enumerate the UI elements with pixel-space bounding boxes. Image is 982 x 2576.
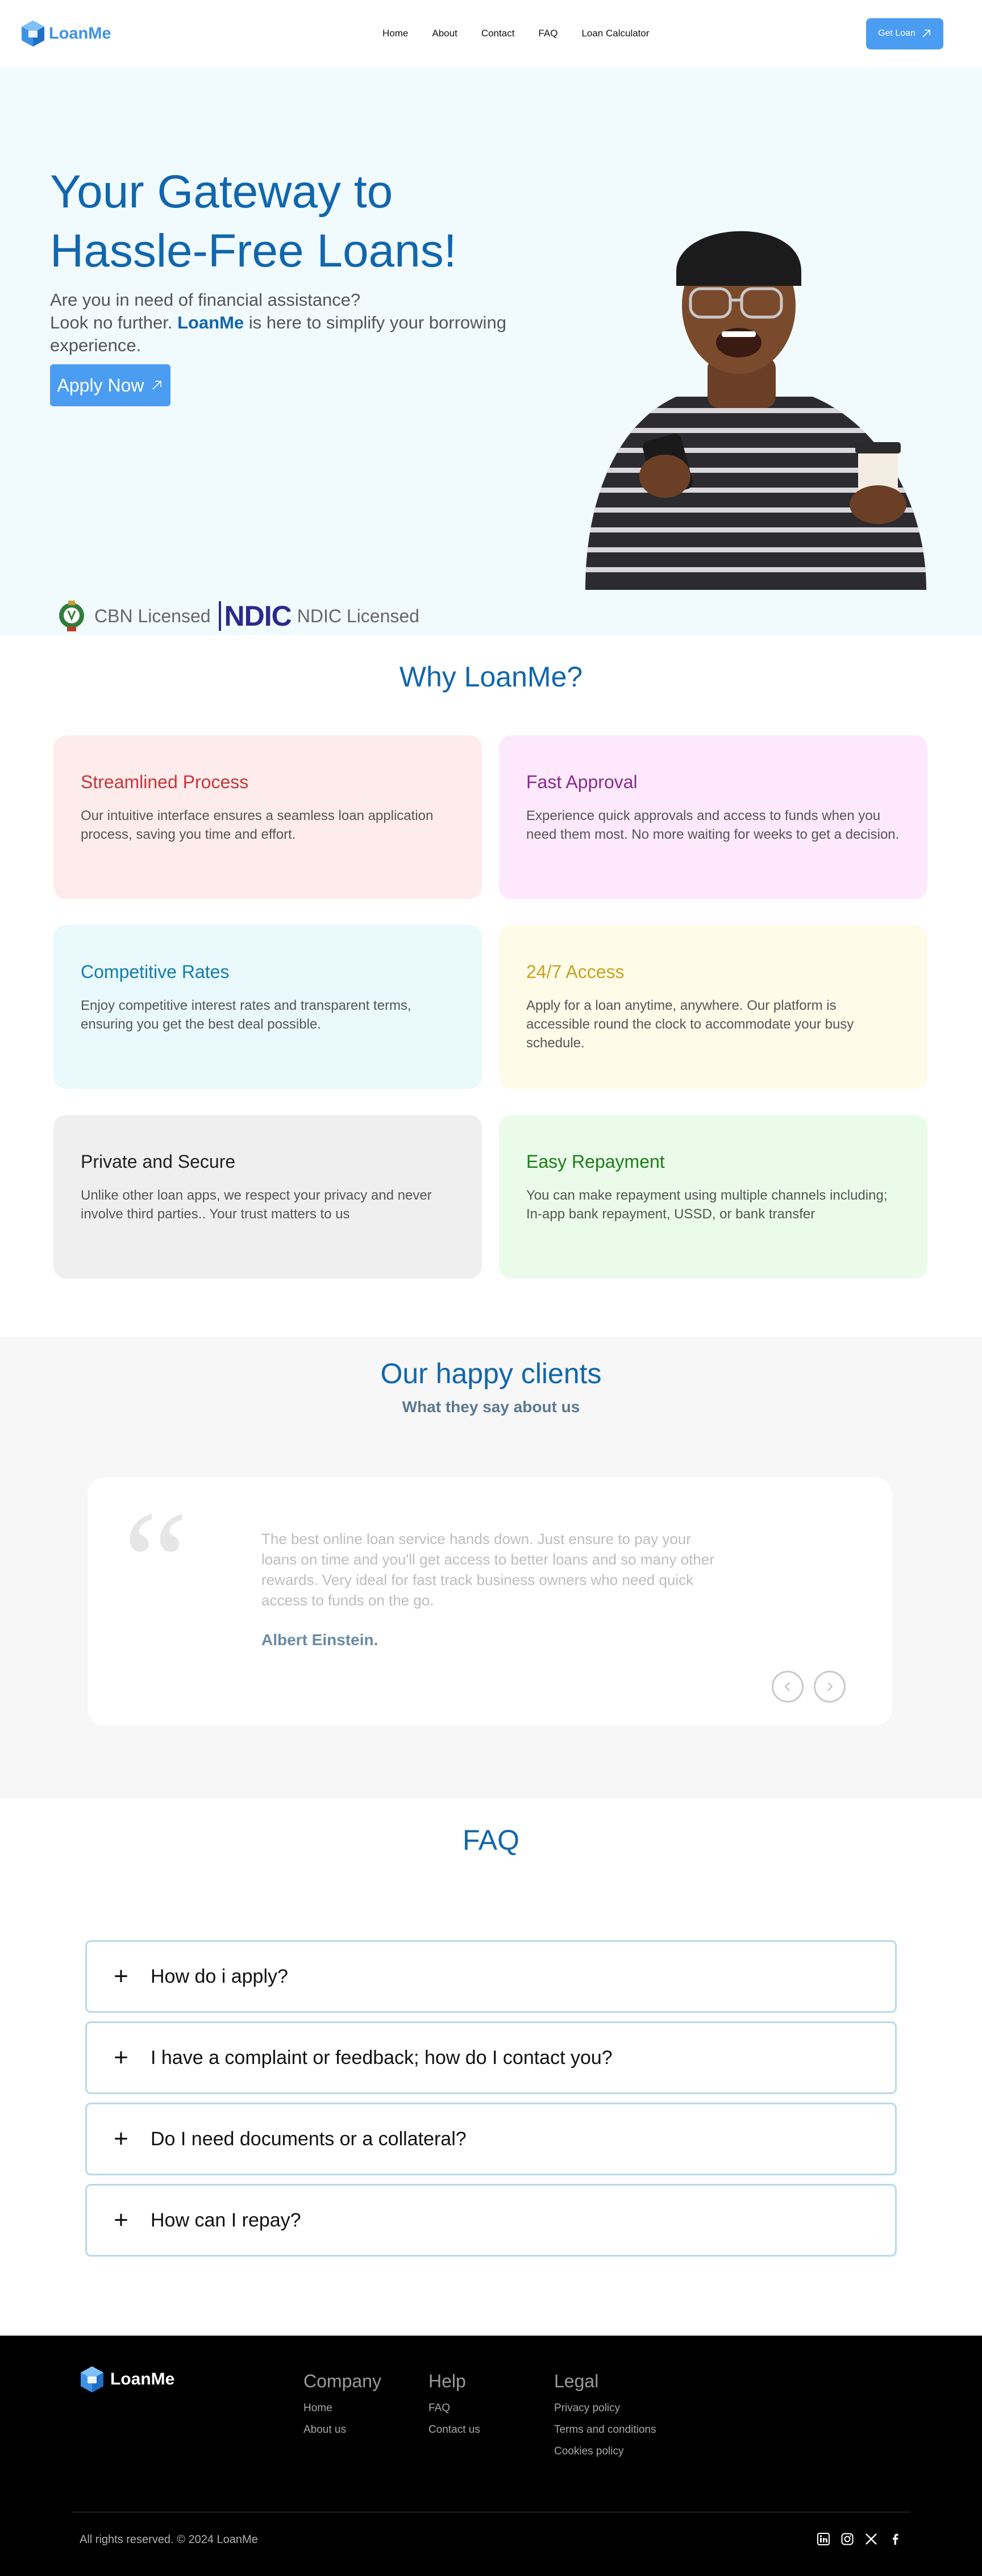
faq-question: How do i apply?	[151, 1965, 288, 1987]
facebook-icon[interactable]	[888, 2532, 902, 2546]
faq-question: I have a complaint or feedback; how do I…	[151, 2046, 613, 2069]
faq-section: FAQ + How do i apply? + I have a complai…	[0, 1798, 982, 2336]
hero-title: Your Gateway to Hassle-Free Loans!	[50, 166, 457, 277]
feature-card-title: 24/7 Access	[526, 962, 625, 982]
hero-subtitle: Are you in need of financial assistance?…	[50, 289, 550, 357]
footer-company-col: Company Home About us	[303, 2371, 381, 2445]
faq-title: FAQ	[462, 1824, 520, 1856]
testimonial-quote: The best online loan service hands down.…	[261, 1530, 714, 1609]
footer-link-home[interactable]: Home	[303, 2402, 381, 2415]
footer: LoanMe Company Home About us Help FAQ Co…	[0, 2336, 982, 2576]
nav-link-faq[interactable]: FAQ	[538, 28, 557, 39]
ndic-licensed-label: NDIC Licensed	[297, 605, 419, 626]
feature-card: Private and Secure Unlike other loan apps…	[53, 1115, 482, 1279]
footer-help-col: Help FAQ Contact us	[428, 2371, 480, 2445]
logo-text: LoanMe	[49, 24, 111, 43]
x-icon[interactable]	[864, 2532, 879, 2546]
faq-item[interactable]: + How do i apply?	[85, 1940, 897, 2013]
feature-card-text: Enjoy competitive interest rates and tra…	[81, 998, 411, 1032]
footer-legal-col: Legal Privacy policy Terms and condition…	[554, 2371, 656, 2467]
apply-now-label: Apply Now	[57, 374, 144, 396]
footer-link-faq[interactable]: FAQ	[428, 2402, 480, 2415]
plus-icon: +	[114, 2125, 128, 2153]
plus-icon: +	[114, 2206, 128, 2234]
feature-card-title: Easy Repayment	[526, 1151, 665, 1172]
hero-man-photo	[585, 231, 926, 590]
footer-company-heading: Company	[303, 2371, 381, 2391]
footer-link-contact-us[interactable]: Contact us	[428, 2424, 480, 2436]
footer-logo-text: LoanMe	[110, 2370, 175, 2388]
footer-legal-heading: Legal	[554, 2371, 599, 2391]
plus-icon: +	[114, 2044, 128, 2071]
linkedin-icon[interactable]	[816, 2532, 831, 2546]
hero-section: Your Gateway to Hassle-Free Loans! Are y…	[0, 67, 982, 635]
nav-link-contact[interactable]: Contact	[481, 28, 515, 39]
feature-card-text: Experience quick approvals and access to…	[526, 808, 900, 842]
footer-link-terms[interactable]: Terms and conditions	[554, 2424, 656, 2436]
get-loan-label: Get Loan	[878, 28, 916, 38]
feature-card-text: Our intuitive interface ensures a seamle…	[81, 808, 434, 842]
nav-links: Home About Contact FAQ Loan Calculator	[382, 28, 649, 39]
nav-link-home[interactable]: Home	[382, 28, 408, 39]
feature-card: Easy Repayment You can make repayment usi…	[499, 1115, 927, 1279]
apply-now-button[interactable]: Apply Now	[50, 364, 170, 406]
ndic-logo: NDIC	[218, 601, 292, 631]
feature-card-text: You can make repayment using multiple ch…	[526, 1188, 888, 1222]
testimonials-title: Our happy clients	[380, 1358, 602, 1389]
license-badges: CBN Licensed NDIC NDIC Licensed	[57, 598, 419, 634]
testimonials-section: Our happy clients What they say about us…	[0, 1337, 982, 1798]
footer-link-about-us[interactable]: About us	[303, 2424, 381, 2436]
logo-cube-icon	[81, 2366, 103, 2392]
arrow-up-right-icon	[922, 30, 930, 38]
faq-item[interactable]: + I have a complaint or feedback; how do…	[85, 2021, 897, 2094]
logo[interactable]: LoanMe	[20, 19, 111, 48]
faq-item[interactable]: + Do I need documents or a collateral?	[85, 2103, 897, 2175]
faq-question: How can I repay?	[151, 2209, 301, 2231]
hero-sub-line2-pre: Look no further.	[50, 313, 173, 332]
footer-logo[interactable]: LoanMe	[80, 2365, 174, 2394]
why-title: Why LoanMe?	[399, 661, 583, 693]
arrow-up-right-icon	[152, 381, 162, 390]
hero-sub-line1: Are you in need of financial assistance?	[50, 290, 361, 310]
footer-link-privacy-policy[interactable]: Privacy policy	[554, 2402, 656, 2415]
feature-card: 24/7 Access Apply for a loan anytime, any…	[499, 925, 927, 1089]
logo-cube-icon	[22, 20, 44, 47]
footer-help-heading: Help	[428, 2371, 466, 2391]
quote-icon: “	[123, 1481, 189, 1645]
hero-sub-brand: LoanMe	[177, 313, 244, 332]
prev-testimonial-button[interactable]	[772, 1671, 804, 1703]
testimonials-subtitle: What they say about us	[402, 1398, 580, 1416]
plus-icon: +	[114, 1962, 128, 1990]
feature-card-title: Fast Approval	[526, 772, 638, 792]
chevron-right-icon	[827, 1682, 833, 1691]
testimonial-author: Albert Einstein.	[261, 1631, 378, 1649]
cbn-crest-icon	[59, 601, 84, 631]
feature-card: Competitive Rates Enjoy competitive inter…	[53, 925, 482, 1089]
feature-card: Streamlined Process Our intuitive interfa…	[53, 735, 482, 899]
testimonial-card: “ The best online loan service hands dow…	[88, 1478, 892, 1725]
faq-item[interactable]: + How can I repay?	[85, 2184, 897, 2257]
faq-question: Do I need documents or a collateral?	[151, 2128, 467, 2150]
feature-card-title: Private and Secure	[81, 1151, 236, 1172]
ndic-badge: NDIC NDIC Licensed	[218, 601, 419, 631]
feature-card-title: Competitive Rates	[81, 962, 230, 982]
chevron-left-icon	[784, 1682, 790, 1691]
feature-card-text: Apply for a loan anytime, anywhere. Our …	[526, 998, 854, 1051]
footer-link-cookies-policy[interactable]: Cookies policy	[554, 2445, 656, 2458]
footer-copyright: All rights reserved. © 2024 LoanMe	[80, 2533, 258, 2546]
feature-card: Fast Approval Experience quick approvals …	[499, 735, 927, 899]
get-loan-button[interactable]: Get Loan	[866, 18, 943, 49]
top-nav: LoanMe Home About Contact FAQ Loan Calcu…	[0, 0, 982, 67]
feature-card-title: Streamlined Process	[81, 772, 249, 792]
cbn-licensed-label: CBN Licensed	[94, 605, 211, 626]
instagram-icon[interactable]	[840, 2532, 855, 2546]
nav-link-about[interactable]: About	[432, 28, 457, 39]
nav-link-loan-calculator[interactable]: Loan Calculator	[581, 28, 649, 39]
footer-socials	[816, 2532, 902, 2546]
next-testimonial-button[interactable]	[814, 1671, 846, 1703]
feature-card-text: Unlike other loan apps, we respect your …	[81, 1188, 432, 1222]
